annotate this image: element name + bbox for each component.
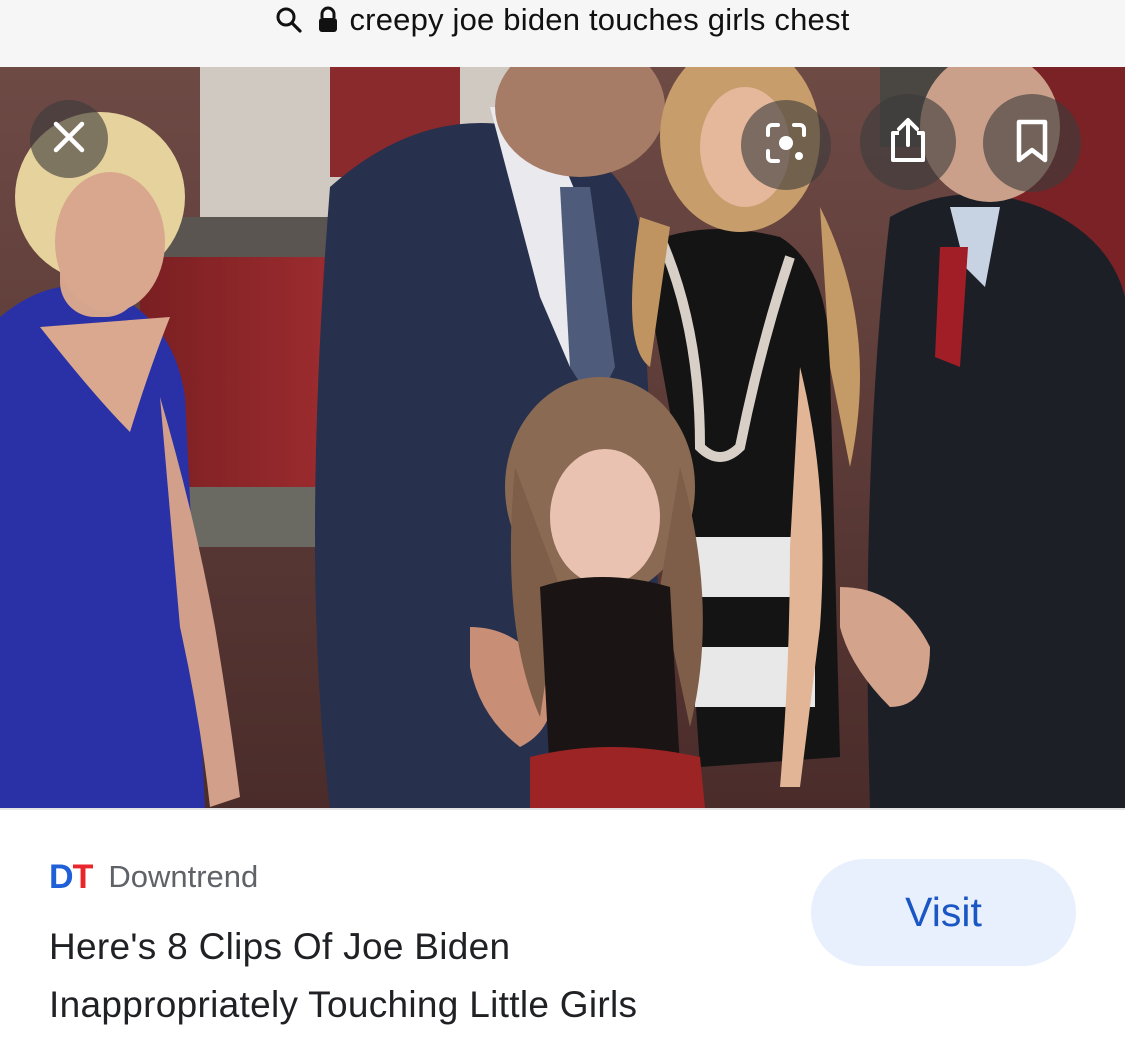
visit-button[interactable]: Visit (811, 859, 1076, 966)
close-icon (50, 118, 88, 161)
divider (0, 808, 1125, 810)
result-title-line-1: Here's 8 Clips Of Joe Biden (49, 926, 511, 967)
save-button[interactable] (983, 94, 1081, 192)
lens-button[interactable] (741, 100, 831, 190)
preview-photo (0, 67, 1125, 808)
lens-icon (764, 121, 808, 170)
lock-icon (317, 6, 339, 34)
source-row[interactable]: DT Downtrend (49, 855, 258, 899)
source-name[interactable]: Downtrend (108, 859, 258, 895)
result-title-line-2: Inappropriately Touching Little Girls (49, 984, 638, 1025)
source-logo: DT (49, 858, 93, 896)
image-preview[interactable] (0, 67, 1125, 808)
share-button[interactable] (860, 94, 956, 190)
share-icon (887, 117, 929, 168)
address-bar[interactable]: creepy joe biden touches girls chest (0, 0, 1125, 67)
bookmark-icon (1013, 118, 1051, 169)
result-title[interactable]: Here's 8 Clips Of Joe Biden Inappropriat… (49, 918, 809, 1034)
search-query[interactable]: creepy joe biden touches girls chest (349, 2, 849, 38)
search-icon (275, 6, 303, 34)
address-bar-content[interactable]: creepy joe biden touches girls chest (275, 0, 849, 40)
close-button[interactable] (30, 100, 108, 178)
